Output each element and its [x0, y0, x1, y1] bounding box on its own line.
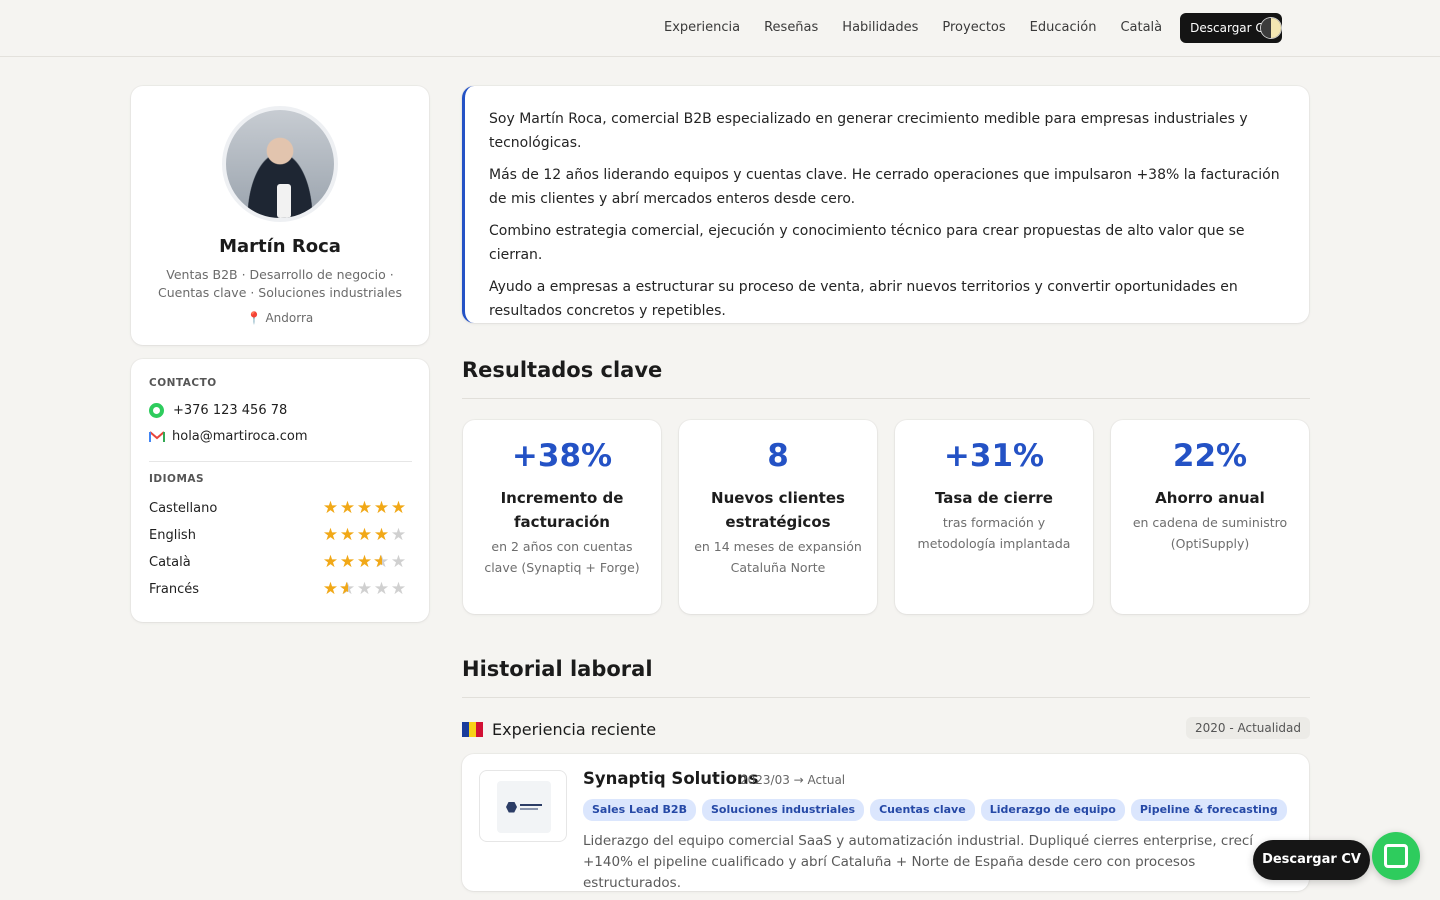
star-rating: ★ ★ ★ ★ ★	[322, 552, 407, 572]
star-icon: ★	[390, 525, 407, 545]
nav-link-habilidades[interactable]: Habilidades	[842, 13, 918, 43]
section-divider	[462, 398, 1310, 399]
metric-value: 22%	[1172, 438, 1248, 474]
contact-card: CONTACTO +376 123 456 78 hola@martiroca.…	[131, 359, 429, 622]
top-navbar: Experiencia Reseñas Habilidades Proyecto…	[0, 0, 1440, 57]
nav-link-experiencia[interactable]: Experiencia	[664, 13, 740, 43]
skill-tags: Sales Lead B2B Soluciones industriales C…	[583, 799, 1287, 821]
section-divider	[462, 697, 1310, 698]
language-name: Francés	[149, 582, 200, 597]
metric-subtitle: tras formación y metodología implantada	[917, 515, 1071, 551]
metric-value: +31%	[943, 438, 1045, 474]
star-icon: ★	[373, 498, 390, 518]
star-icon: ★	[356, 552, 373, 572]
star-rating: ★ ★ ★ ★ ★	[322, 527, 407, 544]
language-row: English ★ ★ ★ ★ ★	[149, 527, 407, 544]
nav-link-proyectos[interactable]: Proyectos	[942, 13, 1005, 43]
contact-label: CONTACTO	[149, 377, 217, 389]
nav-link-educacion[interactable]: Educación	[1030, 13, 1097, 43]
star-icon: ★	[356, 498, 373, 518]
metric-subtitle: en 14 meses de expansión Cataluña Norte	[694, 539, 862, 575]
star-icon: ★	[390, 579, 407, 599]
language-row: Francés ★ ★ ★ ★ ★	[149, 579, 407, 599]
email-link[interactable]: hola@martiroca.com	[149, 429, 307, 444]
metric-value: 8	[767, 438, 789, 474]
profile-location: 📍 Andorra	[246, 311, 314, 325]
profile-role: Ventas B2B · Desarrollo de negocio · Cue…	[157, 267, 402, 300]
history-title: Historial laboral	[462, 657, 653, 681]
metric-title: Nuevos clientes estratégicos	[711, 489, 845, 531]
andorra-flag-icon	[462, 721, 483, 737]
phone-link[interactable]: +376 123 456 78	[149, 403, 287, 418]
star-rating: ★ ★ ★ ★ ★	[322, 500, 407, 517]
metric-title: Tasa de cierre	[934, 489, 1053, 507]
job-description: Liderazgo del equipo comercial SaaS y au…	[583, 833, 1254, 891]
phone-number: +376 123 456 78	[173, 403, 288, 418]
star-icon: ★	[339, 498, 356, 518]
star-icon: ★	[390, 498, 407, 518]
language-name: Català	[149, 555, 191, 570]
language-row: Català ★ ★ ★ ★ ★	[149, 552, 407, 572]
nav-link-resenas[interactable]: Reseñas	[764, 13, 818, 43]
about-paragraph: Combino estrategia comercial, ejecución …	[489, 223, 1245, 263]
floating-download-cv-button[interactable]: Descargar CV	[1253, 840, 1370, 880]
gmail-icon	[149, 430, 165, 442]
profile-name: Martín Roca	[219, 236, 341, 257]
profile-card: Martín Roca Ventas B2B · Desarrollo de n…	[131, 86, 429, 345]
star-icon: ★	[339, 525, 356, 545]
star-icon: ★	[356, 579, 373, 599]
language-name: Castellano	[149, 501, 218, 516]
star-icon: ★	[339, 552, 356, 572]
skill-tag: Pipeline & forecasting	[1130, 799, 1287, 821]
results-title: Resultados clave	[462, 358, 663, 382]
date-range-badge: 2020 - Actualidad	[1185, 717, 1310, 739]
avatar	[222, 106, 338, 222]
metric-card: 8 Nuevos clientes estratégicos en 14 mes…	[679, 420, 877, 614]
company-name: Synaptiq Solutions	[583, 769, 759, 788]
skill-tag: Cuentas clave	[870, 799, 975, 821]
metric-card: +38% Incremento de facturación en 2 años…	[463, 420, 661, 614]
synaptiq-logo	[497, 781, 551, 833]
star-icon: ★	[322, 552, 339, 572]
whatsapp-chat-icon[interactable]	[1372, 832, 1420, 880]
metric-title: Ahorro anual	[1155, 489, 1265, 507]
email-address: hola@martiroca.com	[172, 429, 308, 444]
group-title: Experiencia reciente	[492, 719, 657, 739]
star-icon: ★	[322, 525, 339, 545]
language-row: Castellano ★ ★ ★ ★ ★	[149, 500, 407, 517]
skill-tag: Sales Lead B2B	[583, 799, 696, 821]
star-icon: ★	[322, 498, 339, 518]
star-icon: ★	[373, 579, 390, 599]
about-paragraph: Ayudo a empresas a estructurar su proces…	[489, 279, 1238, 319]
job-card: Synaptiq Solutions 2023/03 → Actual Sale…	[462, 754, 1309, 891]
main-nav: Experiencia Reseñas Habilidades Proyecto…	[664, 13, 1282, 43]
experience-group-header: Experiencia reciente 2020 - Actualidad	[462, 717, 1310, 741]
half-moon-icon[interactable]	[1261, 18, 1281, 38]
skill-tag: Liderazgo de equipo	[980, 799, 1125, 821]
star-icon: ★	[390, 552, 407, 572]
metric-title: Incremento de facturación	[500, 489, 624, 531]
about-paragraph: Soy Martín Roca, comercial B2B especiali…	[489, 111, 1248, 151]
about-card: Soy Martín Roca, comercial B2B especiali…	[462, 86, 1309, 323]
metric-subtitle: en cadena de suministro (OptiSupply)	[1132, 515, 1288, 551]
star-icon: ★	[373, 525, 390, 545]
metric-subtitle: en 2 años con cuentas clave (Synaptiq + …	[484, 539, 640, 575]
metric-value: +38%	[511, 438, 613, 474]
about-paragraph: Más de 12 años liderando equipos y cuent…	[489, 167, 1280, 207]
languages-label: IDIOMAS	[149, 473, 205, 485]
metric-card: 22% Ahorro anual en cadena de suministro…	[1111, 420, 1309, 614]
star-icon: ★	[322, 579, 339, 599]
star-rating: ★ ★ ★ ★ ★	[322, 579, 407, 599]
divider	[149, 461, 412, 462]
star-icon: ★	[373, 554, 390, 572]
company-logo	[479, 770, 567, 842]
nav-link-language[interactable]: Català	[1120, 13, 1162, 43]
language-name: English	[149, 528, 196, 543]
star-icon: ★	[339, 581, 356, 599]
skill-tag: Soluciones industriales	[701, 799, 865, 821]
star-icon: ★	[356, 525, 373, 545]
whatsapp-icon	[149, 403, 164, 418]
metric-card: +31% Tasa de cierre tras formación y met…	[895, 420, 1093, 614]
job-dates: 2023/03 → Actual	[740, 773, 846, 787]
